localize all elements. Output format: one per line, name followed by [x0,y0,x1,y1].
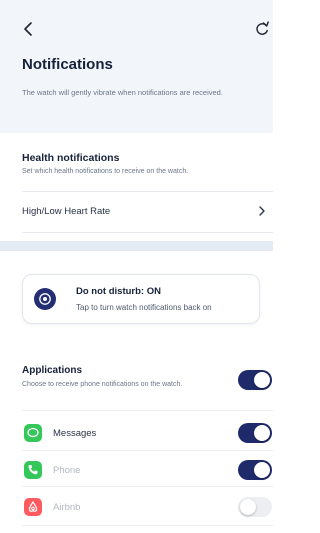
toggle-phone[interactable] [238,460,272,480]
applications-master-toggle[interactable] [238,370,272,390]
back-button[interactable] [22,20,40,40]
messages-icon [24,424,42,442]
app-label-messages: Messages [53,428,97,439]
divider [22,450,273,451]
dnd-title: Do not disturb: ON [76,286,161,297]
refresh-button[interactable] [254,20,272,40]
health-notifications-title: Health notifications [22,152,120,164]
toggle-knob [254,425,270,441]
divider [22,525,273,526]
health-notifications-subtitle: Set which health notifications to receiv… [22,168,189,175]
do-not-disturb-card[interactable] [22,274,260,324]
dnd-subtitle: Tap to turn watch notifications back on [76,303,212,312]
airbnb-icon [24,498,42,516]
section-band [0,241,273,251]
toggle-knob [240,499,256,515]
page-subtitle: The watch will gently vibrate when notif… [22,88,223,97]
divider [22,410,273,411]
toggle-knob [254,372,270,388]
page-title: Notifications [22,56,113,73]
divider [22,232,273,233]
app-label-airbnb: Airbnb [53,502,81,513]
chevron-left-icon [24,22,32,36]
chevron-right-icon [258,205,266,220]
toggle-knob [254,462,270,478]
app-row-airbnb: Airbnb [0,492,273,522]
phone-icon [24,461,42,479]
do-not-disturb-icon [34,288,56,310]
app-label-phone: Phone [53,465,81,476]
applications-subtitle: Choose to receive phone notifications on… [22,381,183,388]
app-row-messages: Messages [0,418,273,448]
divider [22,486,273,487]
applications-title: Applications [22,365,83,376]
heart-rate-label: High/Low Heart Rate [22,206,111,217]
toggle-airbnb[interactable] [238,497,272,517]
toggle-messages[interactable] [238,423,272,443]
app-row-phone: Phone [0,455,273,485]
refresh-icon [256,21,269,35]
